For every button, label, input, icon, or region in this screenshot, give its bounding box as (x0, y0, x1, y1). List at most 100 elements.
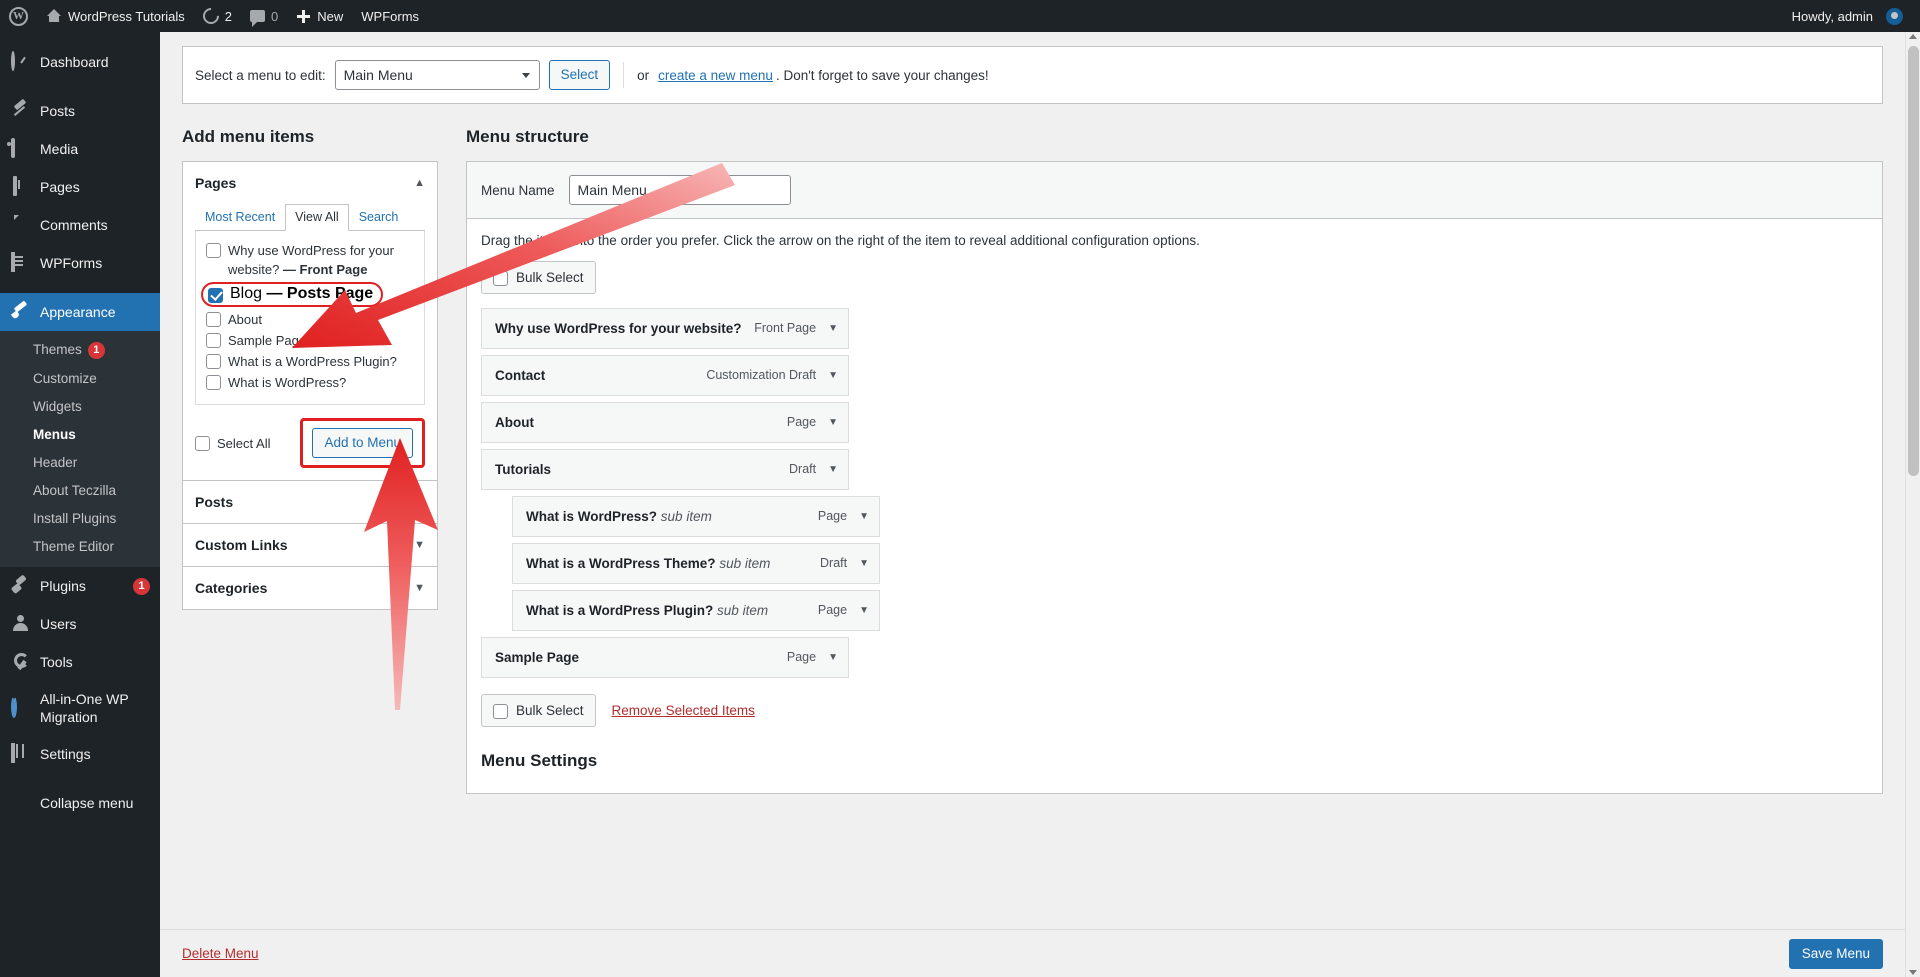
caret-down-icon[interactable]: ▼ (859, 554, 869, 573)
plugins-update-badge: 1 (133, 577, 150, 595)
sidebar-item-dashboard[interactable]: Dashboard (0, 43, 160, 81)
sidebar-item-comments[interactable]: Comments (0, 206, 160, 244)
sidebar-item-plugins[interactable]: Plugins 1 (0, 567, 160, 605)
sidebar-subitem-header[interactable]: Header (0, 449, 160, 477)
sidebar-item-media[interactable]: Media (0, 130, 160, 168)
sidebar-subitem-themes[interactable]: Themes 1 (0, 336, 160, 365)
menu-item-why-use-wordpress[interactable]: Why use WordPress for your website? Fron… (481, 308, 849, 350)
new-content-button[interactable]: New (287, 0, 352, 32)
caret-down-icon[interactable]: ▼ (828, 648, 838, 667)
checkbox-icon[interactable] (206, 375, 221, 391)
menu-select-dropdown[interactable]: Main Menu (334, 60, 540, 90)
media-icon (11, 138, 31, 159)
scroll-down-arrow-icon[interactable] (1909, 970, 1917, 975)
checkbox-icon[interactable] (206, 354, 221, 370)
menu-item-title: What is WordPress? sub item (526, 507, 818, 526)
caret-down-icon[interactable]: ▼ (859, 507, 869, 526)
scroll-up-arrow-icon[interactable] (1909, 34, 1917, 39)
caret-down-icon[interactable]: ▼ (828, 413, 838, 432)
caret-down-icon[interactable]: ▼ (859, 601, 869, 620)
page-label-about: About (228, 312, 262, 328)
menu-structure-box: Menu Name Drag the items into the order … (466, 161, 1883, 795)
panel-pages-header[interactable]: Pages ▲ (183, 162, 437, 204)
menu-item-type: Draft (789, 462, 817, 477)
page-checkbox-what-is-a-wordpress-plugin[interactable]: What is a WordPress Plugin? (206, 351, 414, 372)
wpforms-adminbar-button[interactable]: WPForms (352, 0, 428, 32)
add-to-menu-button[interactable]: Add to Menu (312, 428, 413, 459)
sidebar-item-collapse-menu[interactable]: Collapse menu (0, 784, 160, 822)
checkbox-icon[interactable] (493, 271, 508, 287)
panel-custom-links-label: Custom Links (195, 537, 288, 554)
sidebar-subitem-widgets[interactable]: Widgets (0, 393, 160, 421)
sidebar-subitem-customize[interactable]: Customize (0, 365, 160, 393)
caret-up-icon[interactable]: ▲ (414, 177, 425, 189)
menu-item-what-is-a-wordpress-theme[interactable]: What is a WordPress Theme? sub item Draf… (512, 543, 880, 585)
sidebar-subitem-about-teczilla[interactable]: About Teczilla (0, 477, 160, 505)
checkbox-icon[interactable] (493, 704, 508, 720)
panel-custom-links-header[interactable]: Custom Links ▼ (183, 524, 437, 566)
plus-icon (296, 9, 311, 24)
select-all-checkbox-row[interactable]: Select All (195, 433, 270, 454)
sidebar-item-wpforms[interactable]: WPForms (0, 244, 160, 282)
checkbox-icon[interactable] (208, 287, 223, 303)
page-checkbox-blog-highlighted[interactable]: Blog — Posts Page (201, 282, 384, 308)
checkbox-icon[interactable] (206, 312, 221, 328)
wordpress-logo-button[interactable] (0, 0, 37, 32)
menu-item-about[interactable]: About Page ▼ (481, 402, 849, 444)
menu-item-title-text: What is WordPress? (526, 509, 658, 525)
page-checkbox-sample-page[interactable]: Sample Page (206, 330, 414, 351)
sidebar-item-appearance[interactable]: Appearance (0, 293, 160, 331)
howdy-account-button[interactable]: Howdy, admin (1783, 0, 1912, 32)
page-checkbox-why-use-wordpress[interactable]: Why use WordPress for your website? — Fr… (206, 240, 414, 280)
menu-item-contact[interactable]: Contact Customization Draft ▼ (481, 355, 849, 397)
checkbox-icon[interactable] (206, 243, 221, 259)
caret-down-icon[interactable]: ▼ (828, 319, 838, 338)
delete-menu-link[interactable]: Delete Menu (182, 946, 259, 961)
site-name-button[interactable]: WordPress Tutorials (37, 0, 194, 32)
sidebar-subitem-install-plugins[interactable]: Install Plugins (0, 505, 160, 533)
updates-button[interactable]: 2 (194, 0, 241, 32)
bulk-select-top[interactable]: Bulk Select (481, 261, 596, 295)
menu-item-type: Page (817, 509, 848, 524)
page-checkbox-about[interactable]: About (206, 309, 414, 330)
checkbox-icon[interactable] (195, 435, 210, 451)
sidebar-subitem-menus[interactable]: Menus (0, 421, 160, 449)
site-name-label: WordPress Tutorials (68, 8, 185, 24)
menu-item-what-is-wordpress[interactable]: What is WordPress? sub item Page ▼ (512, 496, 880, 538)
sidebar-subitem-theme-editor[interactable]: Theme Editor (0, 533, 160, 561)
sidebar-item-all-in-one-wp-migration[interactable]: All-in-One WP Migration (0, 681, 160, 735)
remove-selected-items-link[interactable]: Remove Selected Items (612, 703, 755, 718)
save-menu-button[interactable]: Save Menu (1788, 938, 1883, 969)
wpforms-icon (11, 252, 31, 273)
panel-categories: Categories ▼ (182, 566, 438, 611)
caret-down-icon[interactable]: ▼ (828, 460, 838, 479)
menu-item-tutorials[interactable]: Tutorials Draft ▼ (481, 449, 849, 491)
comments-button[interactable]: 0 (241, 0, 287, 32)
create-new-menu-link[interactable]: create a new menu (658, 68, 773, 83)
menu-item-sample-page[interactable]: Sample Page Page ▼ (481, 637, 849, 679)
caret-down-icon[interactable]: ▼ (414, 539, 425, 551)
panel-posts-header[interactable]: Posts ▼ (183, 481, 437, 523)
sidebar-label-posts: Posts (40, 103, 76, 119)
menu-name-input[interactable] (568, 175, 791, 206)
checkbox-icon[interactable] (206, 333, 221, 349)
scrollbar-thumb[interactable] (1908, 46, 1919, 476)
caret-down-icon[interactable]: ▼ (414, 582, 425, 594)
sidebar-item-users[interactable]: Users (0, 605, 160, 643)
select-button[interactable]: Select (548, 60, 611, 90)
menu-item-what-is-a-wordpress-plugin[interactable]: What is a WordPress Plugin? sub item Pag… (512, 590, 880, 632)
caret-down-icon[interactable]: ▼ (828, 366, 838, 385)
caret-down-icon[interactable]: ▼ (414, 496, 425, 508)
page-scrollbar[interactable] (1905, 32, 1920, 977)
tab-most-recent[interactable]: Most Recent (195, 204, 285, 231)
page-checkbox-what-is-wordpress[interactable]: What is WordPress? (206, 372, 414, 393)
tab-view-all[interactable]: View All (285, 204, 349, 232)
panel-categories-header[interactable]: Categories ▼ (183, 567, 437, 609)
sidebar-item-tools[interactable]: Tools (0, 643, 160, 681)
sidebar-item-posts[interactable]: Posts (0, 92, 160, 130)
sidebar-item-settings[interactable]: Settings (0, 735, 160, 773)
tab-search[interactable]: Search (349, 204, 409, 231)
sidebar-label-tools: Tools (40, 654, 73, 670)
sidebar-item-pages[interactable]: Pages (0, 168, 160, 206)
bulk-select-bottom[interactable]: Bulk Select (481, 694, 596, 728)
